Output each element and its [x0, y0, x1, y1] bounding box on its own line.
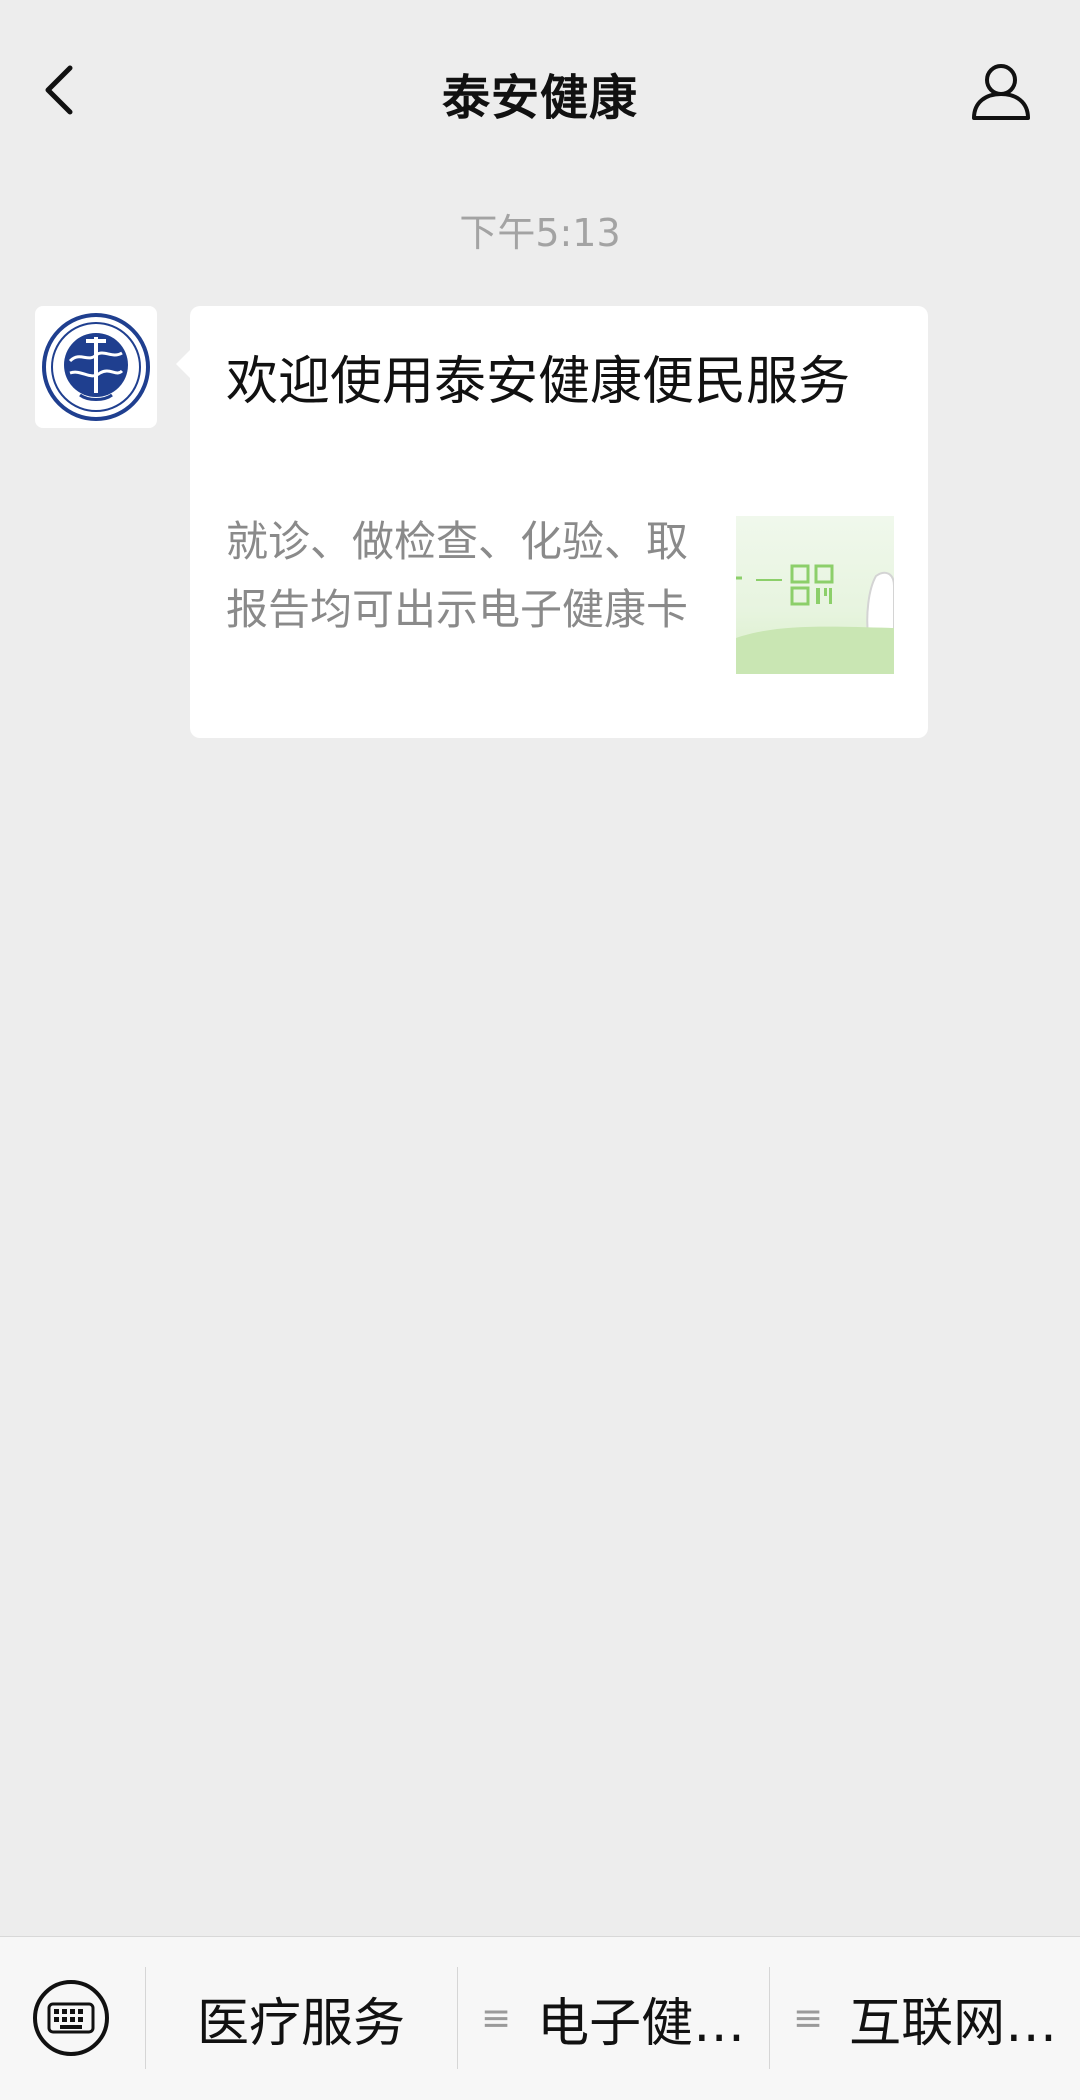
menu-item-label: 互联网… — [849, 1994, 1058, 2054]
back-button[interactable] — [30, 55, 90, 125]
avatar[interactable] — [35, 306, 157, 428]
profile-button[interactable] — [970, 58, 1032, 124]
menu-item-medical-service[interactable]: 医疗服务 — [146, 1937, 456, 2100]
submenu-icon: ≡ — [480, 1998, 512, 2039]
navigation-bar: 泰安健康 — [0, 0, 1080, 180]
menu-item-label: 医疗服务 — [196, 1994, 405, 2054]
person-icon — [972, 64, 1030, 120]
menu-item-internet-hospital[interactable]: ≡ 互联网… — [770, 1937, 1080, 2100]
menu-item-health-card[interactable]: ≡ 电子健… — [458, 1937, 768, 2100]
message-card[interactable]: 欢迎使用泰安健康便民服务 就诊、做检查、化验、取报告均可出示电子健康卡 — [176, 306, 928, 738]
submenu-icon: ≡ — [792, 1998, 824, 2039]
card-title: 欢迎使用泰安健康便民服务 — [226, 352, 851, 412]
card-thumbnail — [736, 516, 894, 674]
page-title: 泰安健康 — [441, 70, 638, 126]
card-description: 就诊、做检查、化验、取报告均可出示电子健康卡 — [226, 517, 689, 634]
menu-item-label: 电子健… — [537, 1994, 746, 2054]
keyboard-toggle-button[interactable] — [32, 1979, 110, 2057]
bottom-menu-bar: 医疗服务 ≡ 电子健… ≡ 互联网… — [0, 1936, 1080, 2100]
keyboard-icon — [33, 1980, 109, 2056]
chevron-left-icon — [45, 65, 73, 115]
message-timestamp: 下午5:13 — [459, 211, 621, 255]
qr-code-icon — [736, 564, 894, 674]
health-logo-icon — [42, 313, 150, 421]
